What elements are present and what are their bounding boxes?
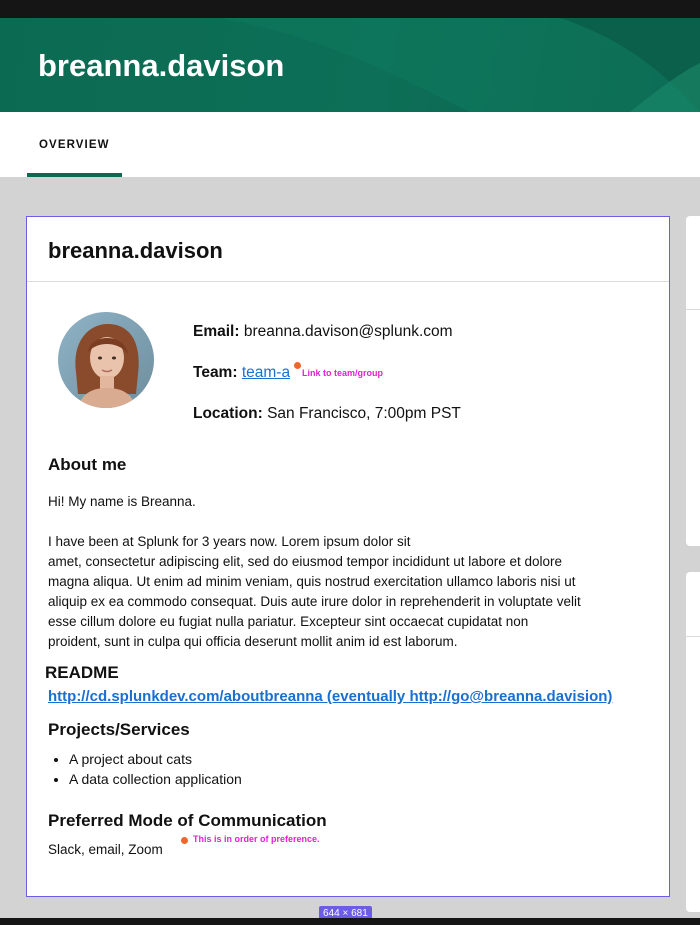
profile-banner: breanna.davison <box>0 18 700 112</box>
annotation-marker <box>294 362 301 369</box>
profile-card-title: breanna.davison <box>48 238 223 263</box>
location-label: Location: <box>193 405 263 422</box>
about-line: amet, consectetur adipiscing elit, sed d… <box>48 554 563 569</box>
list-item: A data collection application <box>69 769 242 789</box>
readme-title: README <box>45 663 119 682</box>
about-line: proident, sunt in culpa qui officia dese… <box>48 634 458 649</box>
projects-title: Projects/Services <box>48 720 190 739</box>
readme-link[interactable]: http://cd.splunkdev.com/aboutbreanna (ev… <box>48 688 612 705</box>
about-line: aliquip ex ea commodo consequat. Duis au… <box>48 594 581 609</box>
email-label: Email: <box>193 323 240 340</box>
team-link[interactable]: team-a <box>242 364 290 381</box>
communication-value: Slack, email, Zoom <box>48 842 163 857</box>
annotation-marker <box>181 837 188 844</box>
avatar-image <box>58 312 154 408</box>
avatar <box>58 312 154 408</box>
profile-card: breanna.davison Email: breanna.davison@s… <box>26 216 670 897</box>
team-row: Team: team-a <box>193 364 290 382</box>
list-item: A project about cats <box>69 749 242 769</box>
tab-overview[interactable]: OVERVIEW <box>27 112 122 177</box>
about-line: I have been at Splunk for 3 years now. L… <box>48 534 411 549</box>
team-annotation: Link to team/group <box>302 368 383 378</box>
location-row: Location: San Francisco, 7:00pm PST <box>193 405 461 423</box>
side-panel-bottom <box>686 572 700 912</box>
communication-annotation: This is in order of preference. <box>193 834 320 844</box>
tab-bar: OVERVIEW <box>0 112 700 177</box>
profile-card-header: breanna.davison <box>27 217 669 282</box>
about-paragraph: I have been at Splunk for 3 years now. L… <box>48 532 638 652</box>
about-title: About me <box>48 455 127 474</box>
communication-title: Preferred Mode of Communication <box>48 811 327 830</box>
banner-title: breanna.davison <box>38 48 285 83</box>
projects-list: A project about cats A data collection a… <box>48 749 242 789</box>
email-row: Email: breanna.davison@splunk.com <box>193 323 453 341</box>
active-tab-indicator <box>27 173 122 177</box>
about-line: magna aliqua. Ut enim ad minim veniam, q… <box>48 574 576 589</box>
location-value: San Francisco, 7:00pm PST <box>267 405 461 422</box>
about-intro: Hi! My name is Breanna. <box>48 494 196 509</box>
window-bottom-bar <box>0 918 700 925</box>
team-label: Team: <box>193 364 238 381</box>
side-panel-top <box>686 216 700 546</box>
window-top-bar <box>0 0 700 18</box>
tab-overview-label: OVERVIEW <box>39 139 110 151</box>
about-line: esse cillum dolore eu fugiat nulla paria… <box>48 614 529 629</box>
email-value: breanna.davison@splunk.com <box>243 323 453 340</box>
